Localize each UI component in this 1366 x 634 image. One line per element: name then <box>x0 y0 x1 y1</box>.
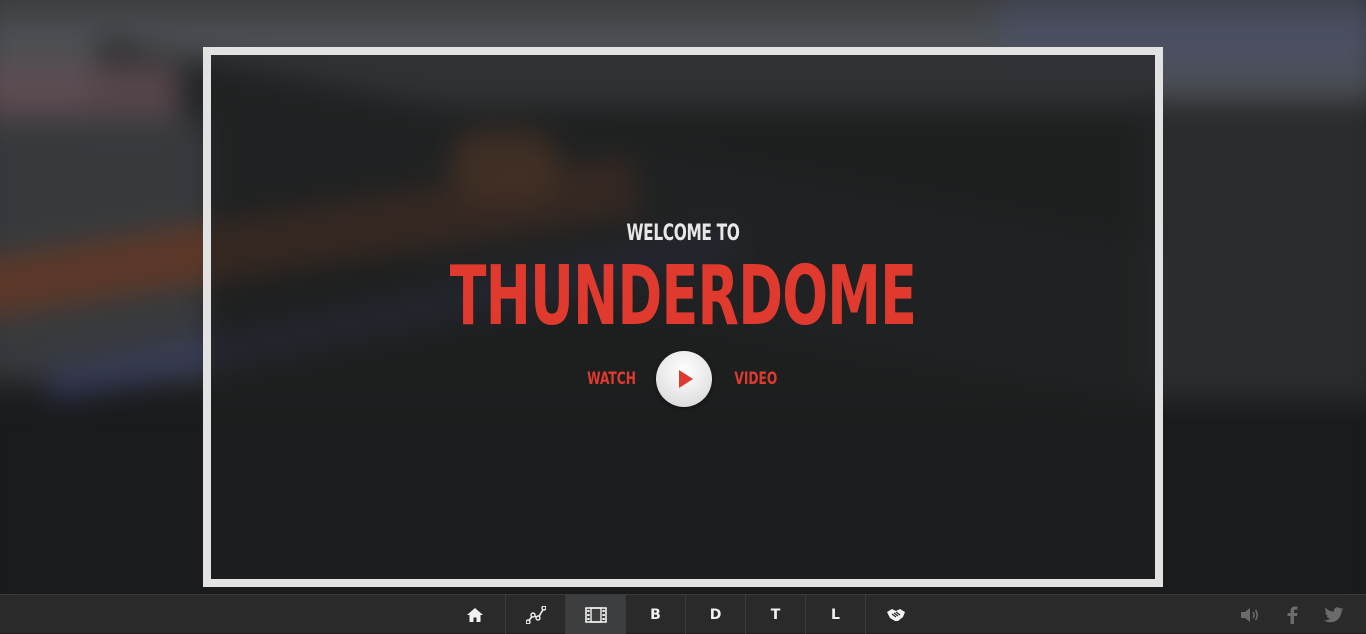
watch-video-row: WATCH VIDEO <box>211 351 1155 411</box>
facebook-icon[interactable] <box>1282 605 1302 625</box>
nav-item-label: L <box>831 606 840 623</box>
nav-item-t[interactable]: T <box>745 595 805 634</box>
play-icon <box>679 370 693 388</box>
twitter-icon[interactable] <box>1324 605 1344 625</box>
video-label[interactable]: VIDEO <box>734 369 777 389</box>
bottom-navbar: B D T L <box>0 594 1366 634</box>
nav-item-d[interactable]: D <box>685 595 745 634</box>
handshake-icon <box>886 607 906 623</box>
chart-line-icon <box>525 605 546 624</box>
nav-item-label: B <box>650 606 661 623</box>
nav-item-chart[interactable] <box>505 595 565 634</box>
play-video-button[interactable] <box>656 351 712 407</box>
nav-item-b[interactable]: B <box>625 595 685 634</box>
nav-items: B D T L <box>445 595 925 634</box>
home-icon <box>466 607 484 623</box>
nav-item-l[interactable]: L <box>805 595 865 634</box>
nav-item-label: D <box>709 606 722 623</box>
hero-frame: WELCOME TO THUNDERDOME WATCH VIDEO <box>203 47 1163 587</box>
social-links <box>1240 595 1344 634</box>
watch-label[interactable]: WATCH <box>587 369 636 389</box>
volume-icon[interactable] <box>1240 605 1260 625</box>
nav-item-handshake[interactable] <box>865 595 925 634</box>
welcome-text: WELCOME TO <box>626 221 740 246</box>
nav-item-film[interactable] <box>565 595 625 634</box>
site-title: THUNDERDOME <box>449 249 917 344</box>
film-icon <box>584 606 607 623</box>
nav-item-label: T <box>770 606 781 623</box>
nav-item-home[interactable] <box>445 595 505 634</box>
